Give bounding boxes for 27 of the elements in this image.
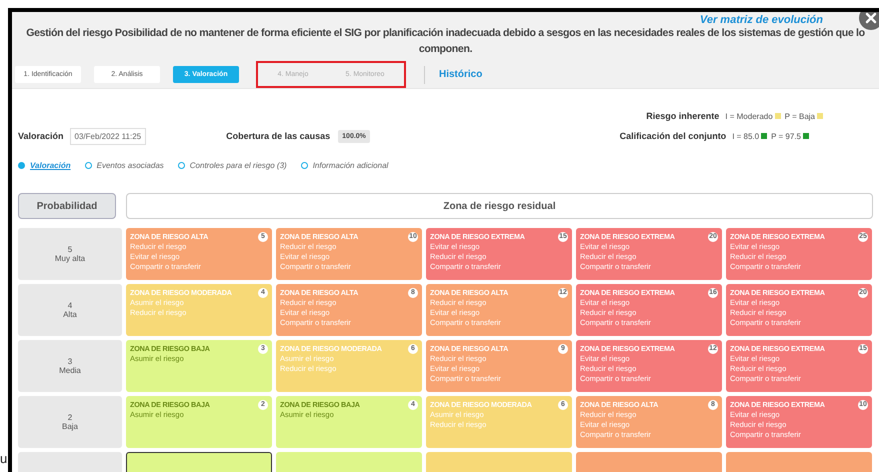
field-label: Cobertura de las causas (226, 131, 330, 141)
field-label: Valoración (18, 131, 64, 141)
section-radio[interactable]: Controles para el riesgo (3) (178, 160, 287, 170)
row-number: 5 (68, 245, 72, 254)
row-number: 3 (68, 357, 72, 366)
indicator-text: P = 97.5 (771, 132, 801, 140)
evolution-link[interactable]: Ver matriz de evolución (700, 14, 823, 26)
matrix-header: Zona de riesgo residual (126, 193, 873, 219)
indicator-text: P = Baja (784, 112, 815, 120)
field-label: Riesgo inherente (646, 111, 720, 121)
indicator-text: I = 85.0 (732, 132, 760, 140)
row-label: Muy alta (54, 254, 86, 263)
history-link[interactable]: Histórico (439, 69, 482, 80)
indicator-text: I = Moderado (725, 112, 773, 120)
row-number: 4 (68, 301, 72, 310)
row-label: Media (59, 366, 81, 375)
section-radio[interactable]: Valoración (18, 160, 71, 170)
section-radio[interactable]: Información adicional (300, 160, 388, 170)
row-label: Baja (62, 422, 78, 431)
probability-button[interactable]: Probabilidad (18, 193, 116, 219)
risk-title: Gestión del riesgo Posibilidad de no mantener de forma eficiente el SIG por planificación inadecuada debido a sesgos en las necesidades reales de los sistemas de gestión que lo componen. (25, 26, 866, 57)
section-radio[interactable]: Eventos asociadas (84, 160, 164, 170)
row-label: Alta (63, 310, 77, 319)
date-field[interactable]: 03/Feb/2022 11:25 (70, 128, 146, 144)
field-label: Calificación del conjunto (620, 131, 726, 141)
row-number: 2 (68, 413, 72, 422)
text-fragment: u (0, 452, 8, 466)
